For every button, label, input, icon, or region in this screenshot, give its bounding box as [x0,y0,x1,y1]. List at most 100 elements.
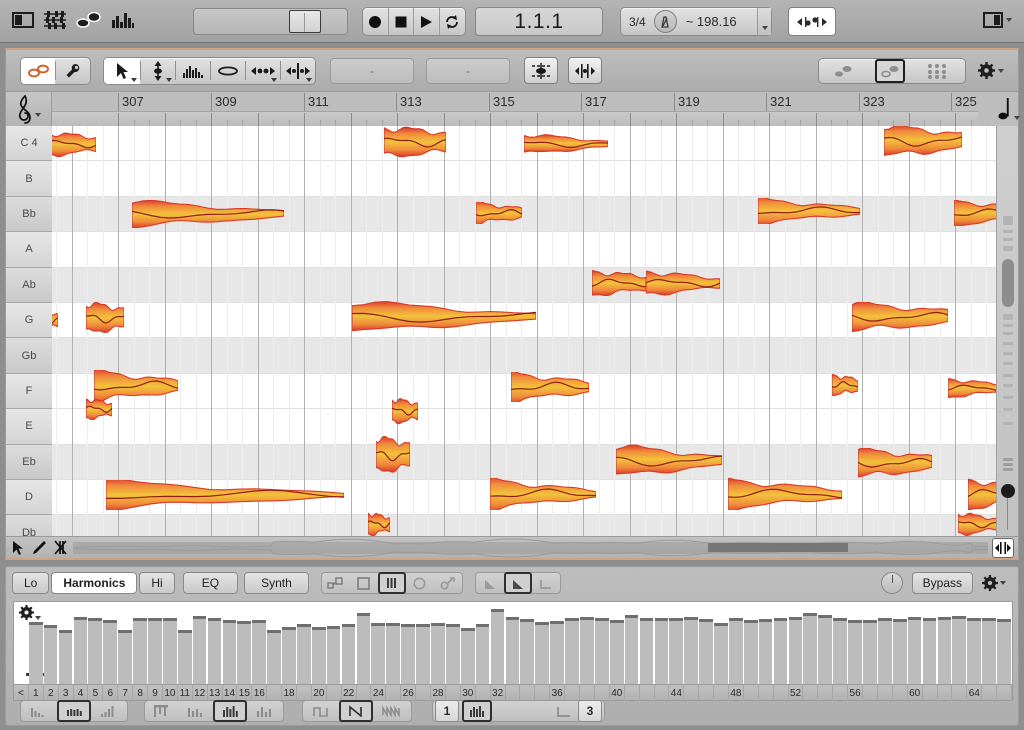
separation-tool-button[interactable] [281,58,315,84]
spectrum-bar[interactable] [59,630,73,684]
note-blob[interactable] [511,372,589,402]
spectrum-bar[interactable] [863,620,877,684]
spectrum-bar[interactable] [223,620,237,684]
spectrum-bar[interactable] [580,617,594,684]
field-one[interactable]: - [330,58,414,84]
spectrum-bar[interactable] [982,618,996,684]
amplitude-tool-button[interactable] [211,58,245,84]
note-blob[interactable] [490,478,596,510]
harmonics-spectrum[interactable] [13,601,1013,685]
piano-key[interactable]: G [6,303,52,338]
footer-value-right[interactable]: 3 [578,700,602,722]
note-blob[interactable] [884,126,962,158]
spectrum-bar[interactable] [297,624,311,684]
spectrum-bar[interactable] [520,619,534,684]
spectrum-bar[interactable] [14,659,28,684]
step-button[interactable] [303,700,339,722]
tab-eq[interactable]: EQ [183,572,238,594]
spectrum-bar[interactable] [312,627,326,684]
spectrum-bar[interactable] [878,618,892,684]
spectrum-bar[interactable] [640,618,654,684]
spectrum-bar[interactable] [952,616,966,684]
spectrum-bar[interactable] [625,615,639,684]
scroll-thumb[interactable] [289,10,321,33]
spectrum-bar[interactable] [893,619,907,684]
spectrum-bar[interactable] [848,620,862,684]
note-blob[interactable] [376,436,410,474]
note-blob[interactable] [384,126,446,158]
record-button[interactable] [363,8,389,35]
spectrum-bar[interactable] [610,620,624,684]
spectrum-bar[interactable] [29,622,43,684]
scroll-anchor-dot[interactable] [1001,484,1015,498]
tab-lo[interactable]: Lo [12,572,49,594]
tempo-dropdown[interactable] [757,8,771,35]
note-blob[interactable] [616,444,722,478]
spectrum-bar[interactable] [148,618,162,684]
note-blob[interactable] [832,374,858,396]
corner-button[interactable] [492,700,578,722]
note-blob[interactable] [758,198,860,224]
piano-key[interactable]: C 4 [6,126,52,161]
spectrum-bar[interactable] [44,625,58,684]
time-signature[interactable]: 3/4 [621,15,654,29]
spectrum-bar[interactable] [803,613,817,684]
spectrum-bar[interactable] [565,618,579,684]
amount-knob[interactable] [881,572,903,594]
quantize-time-button[interactable] [568,57,602,84]
zigzag-button[interactable] [373,700,411,722]
spectrum-bar[interactable] [118,630,132,684]
bar-selected-button[interactable] [378,572,406,594]
spec-b-button[interactable] [179,700,213,722]
spectrum-bar[interactable] [208,618,222,684]
spectrum-bar[interactable] [833,618,847,684]
note-blob[interactable] [524,133,608,155]
timing-tool-button[interactable] [246,58,280,84]
spectrum-bar[interactable] [938,617,952,684]
spectrum-bar[interactable] [401,624,415,684]
spectrum-bar[interactable] [357,613,371,684]
spectrum-bar[interactable] [669,618,683,684]
layout-toggle[interactable] [983,11,1012,29]
spectrum-bar[interactable] [133,618,147,684]
spectrum-bar[interactable] [729,618,743,684]
loop-button[interactable] [440,8,465,35]
spectrum-bar[interactable] [967,618,981,684]
spectrum-bars[interactable] [14,602,1012,684]
position-display[interactable]: 1.1.1 [475,7,603,36]
spectrum-bar[interactable] [267,630,281,684]
shape-square-button[interactable] [350,572,378,594]
piano-key[interactable]: D [6,480,52,515]
spectrum-bar[interactable] [476,624,490,684]
circle-button[interactable] [406,572,434,594]
note-blob[interactable] [86,398,112,420]
mixer-icon[interactable] [43,10,67,33]
bar-ruler[interactable]: 307309311313315317319321323325 [52,92,978,126]
piano-key[interactable]: Gb [6,338,52,373]
note-blob[interactable] [86,302,124,334]
spectrum-bar[interactable] [88,618,102,684]
note-blob[interactable] [852,302,948,332]
pitch-tool-button[interactable] [141,58,175,84]
spectrum-bar[interactable] [252,620,266,684]
panel-gear-caret-icon[interactable] [1000,581,1006,585]
note-blob[interactable] [132,200,284,228]
spectrum-bar[interactable] [535,622,549,684]
piano-key[interactable]: Ab [6,268,52,303]
footer-value-left[interactable]: 1 [435,700,459,722]
piano-keyboard[interactable]: C 4BBbAAbGGbFEEbDDb [6,126,52,536]
shape-node-button[interactable] [322,572,350,594]
overview-waveform-display[interactable] [73,538,988,558]
piano-key[interactable]: Db [6,515,52,536]
panel-gear-button[interactable] [982,575,1006,591]
panel-toggle-icon[interactable] [12,11,34,32]
layout-caret-icon[interactable] [1006,18,1012,22]
spec-c-selected-button[interactable] [213,700,247,722]
wrench-tool-button[interactable] [56,58,90,84]
spectrum-bar[interactable] [714,623,728,685]
ramp-up-button[interactable] [476,572,504,594]
metronome-icon[interactable] [654,10,677,33]
spec-a-button[interactable] [145,700,179,722]
scissors-icon[interactable] [53,540,69,555]
spectrum-bar[interactable] [595,618,609,684]
